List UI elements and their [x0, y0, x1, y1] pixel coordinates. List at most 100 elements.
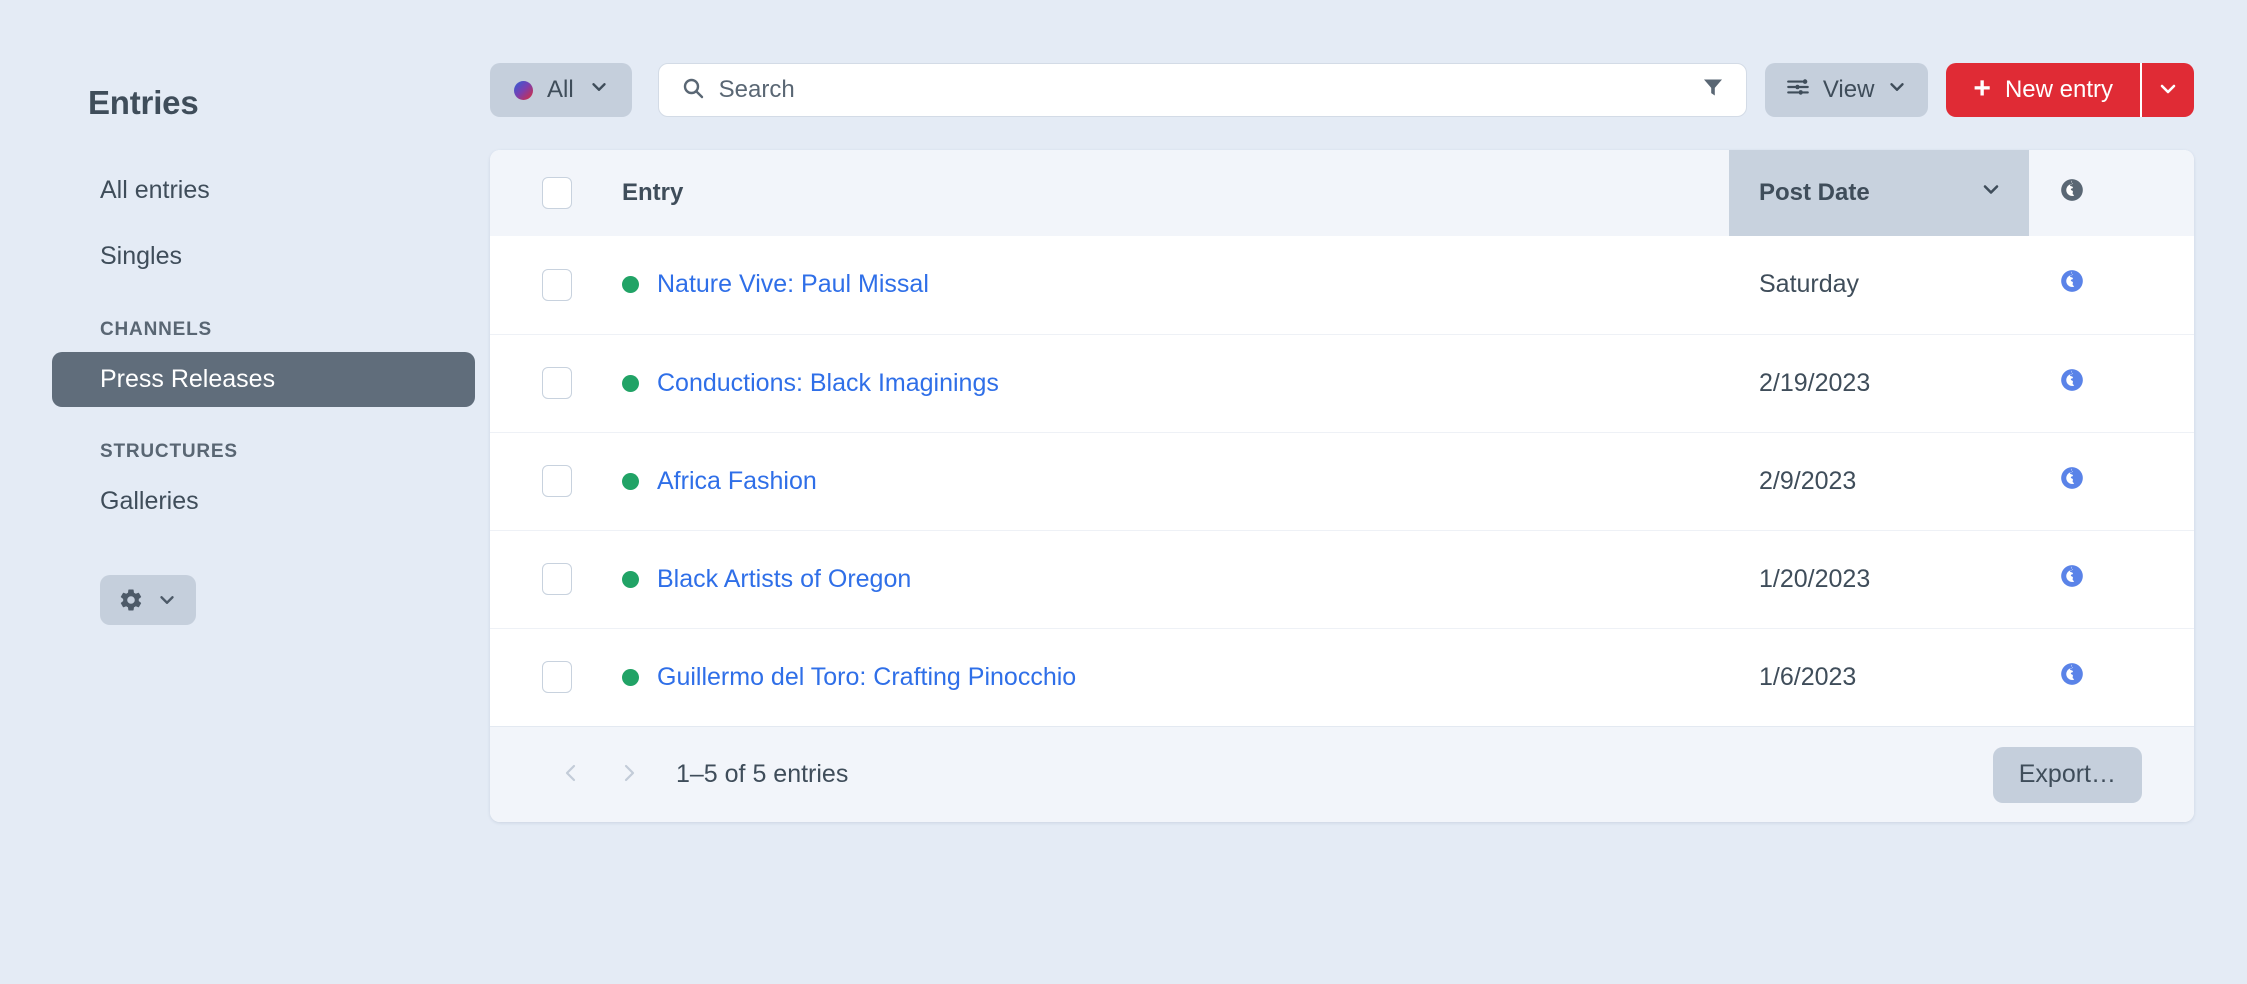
table-header-row: Entry Post Date	[490, 150, 2194, 236]
entry-title-link[interactable]: Guillermo del Toro: Crafting Pinocchio	[657, 663, 1076, 692]
globe-icon	[2059, 178, 2085, 209]
row-site-cell	[2029, 530, 2194, 628]
table-row[interactable]: Conductions: Black Imaginings 2/19/2023	[490, 334, 2194, 432]
column-header-site	[2029, 150, 2194, 236]
table-row[interactable]: Guillermo del Toro: Crafting Pinocchio 1…	[490, 628, 2194, 726]
row-entry-cell: Black Artists of Oregon	[622, 530, 1729, 628]
new-entry-group: + New entry	[1946, 63, 2194, 117]
column-header-entry[interactable]: Entry	[622, 150, 1729, 236]
row-checkbox[interactable]	[542, 268, 572, 301]
column-header-post-date-label: Post Date	[1759, 179, 1870, 206]
next-page-button[interactable]	[600, 746, 658, 804]
view-button[interactable]: View	[1764, 63, 1929, 117]
row-post-date: 1/6/2023	[1759, 662, 1857, 691]
entry-title-link[interactable]: Nature Vive: Paul Missal	[657, 270, 929, 299]
chevron-down-icon	[156, 589, 178, 611]
row-site-cell	[2029, 236, 2194, 334]
entries-table: Entry Post Date Nature Vive: Paul Missal…	[490, 150, 2194, 726]
new-entry-label: New entry	[2004, 76, 2113, 103]
sidebar-nav: All entries Singles CHANNELS Press Relea…	[0, 163, 490, 529]
search-icon	[681, 76, 705, 105]
status-gradient-dot-icon	[514, 80, 533, 100]
sidebar-item-galleries[interactable]: Galleries	[52, 474, 475, 529]
chevron-down-icon	[2156, 77, 2180, 104]
table-row[interactable]: Black Artists of Oregon 1/20/2023	[490, 530, 2194, 628]
search-input[interactable]: Search	[657, 63, 1747, 117]
entries-page: Entries All entries Singles CHANNELS Pre…	[0, 0, 2247, 984]
status-indicator-icon	[622, 570, 639, 588]
entries-panel: Entry Post Date Nature Vive: Paul Missal…	[490, 150, 2194, 822]
row-post-date: Saturday	[1759, 270, 1860, 299]
view-button-label: View	[1822, 76, 1875, 103]
sidebar-item-all-entries[interactable]: All entries	[52, 163, 475, 218]
row-entry-cell: Conductions: Black Imaginings	[622, 334, 1729, 432]
new-entry-button[interactable]: + New entry	[1946, 63, 2140, 117]
sidebar-item-singles[interactable]: Singles	[52, 229, 475, 284]
new-entry-dropdown-button[interactable]	[2140, 63, 2194, 117]
entries-table-body: Nature Vive: Paul Missal Saturday Conduc…	[490, 236, 2194, 726]
table-footer: 1–5 of 5 entries Export…	[490, 726, 2194, 822]
page-title: Entries	[88, 84, 199, 121]
row-site-cell	[2029, 334, 2194, 432]
row-entry-cell: Guillermo del Toro: Crafting Pinocchio	[622, 628, 1729, 726]
row-checkbox[interactable]	[542, 465, 572, 497]
entry-title-link[interactable]: Africa Fashion	[657, 467, 817, 496]
pagination: 1–5 of 5 entries	[542, 746, 848, 804]
sidebar-heading-channels: CHANNELS	[100, 318, 212, 340]
row-select-cell	[490, 628, 622, 726]
row-select-cell	[490, 334, 622, 432]
search-container: Search	[657, 63, 1747, 117]
globe-icon[interactable]	[2059, 368, 2085, 399]
row-site-cell	[2029, 628, 2194, 726]
status-indicator-icon	[622, 374, 639, 392]
row-select-cell	[490, 236, 622, 334]
row-entry-cell: Nature Vive: Paul Missal	[622, 236, 1729, 334]
sliders-icon	[1785, 74, 1811, 107]
status-indicator-icon	[622, 276, 639, 294]
chevron-down-icon	[1886, 76, 1908, 105]
row-post-date: 2/19/2023	[1759, 368, 1871, 397]
select-all-checkbox[interactable]	[542, 177, 572, 209]
search-placeholder: Search	[718, 76, 795, 103]
row-checkbox[interactable]	[542, 661, 572, 694]
entries-count-label: 1–5 of 5 entries	[676, 760, 849, 788]
chevron-right-icon	[617, 761, 641, 788]
entry-title-link[interactable]: Conductions: Black Imaginings	[657, 369, 999, 398]
filter-icon[interactable]	[1701, 76, 1725, 105]
chevron-down-icon	[588, 76, 610, 105]
globe-icon[interactable]	[2059, 662, 2085, 693]
sidebar-footer	[0, 575, 490, 625]
sidebar-heading-structures: STRUCTURES	[100, 440, 238, 462]
globe-icon[interactable]	[2059, 564, 2085, 595]
row-checkbox[interactable]	[542, 563, 572, 595]
row-select-cell	[490, 432, 622, 530]
chevron-left-icon	[559, 761, 583, 788]
main-content: All Search View + New entry Entry Post D…	[490, 0, 2247, 984]
globe-icon[interactable]	[2059, 466, 2085, 497]
chevron-down-icon	[1979, 178, 2003, 209]
export-button[interactable]: Export…	[1992, 746, 2142, 803]
gear-icon	[118, 587, 144, 613]
select-all-header	[490, 150, 622, 236]
row-post-date: 1/20/2023	[1759, 564, 1871, 593]
status-filter-button[interactable]: All	[490, 63, 632, 117]
entry-title-link[interactable]: Black Artists of Oregon	[657, 565, 911, 594]
status-filter-label: All	[547, 76, 574, 103]
status-indicator-icon	[622, 668, 639, 686]
sidebar-item-press-releases[interactable]: Press Releases	[52, 351, 475, 407]
status-indicator-icon	[622, 472, 639, 490]
column-header-post-date[interactable]: Post Date	[1729, 150, 2029, 236]
row-select-cell	[490, 530, 622, 628]
row-entry-cell: Africa Fashion	[622, 432, 1729, 530]
table-row[interactable]: Africa Fashion 2/9/2023	[490, 432, 2194, 530]
row-site-cell	[2029, 432, 2194, 530]
sidebar: Entries All entries Singles CHANNELS Pre…	[0, 0, 490, 984]
prev-page-button[interactable]	[542, 746, 600, 804]
row-post-date: 2/9/2023	[1759, 466, 1857, 495]
entries-table-head: Entry Post Date	[490, 150, 2194, 236]
sidebar-settings-button[interactable]	[100, 575, 196, 625]
toolbar: All Search View + New entry	[490, 63, 2247, 117]
table-row[interactable]: Nature Vive: Paul Missal Saturday	[490, 236, 2194, 334]
row-checkbox[interactable]	[542, 367, 572, 399]
globe-icon[interactable]	[2059, 270, 2085, 300]
